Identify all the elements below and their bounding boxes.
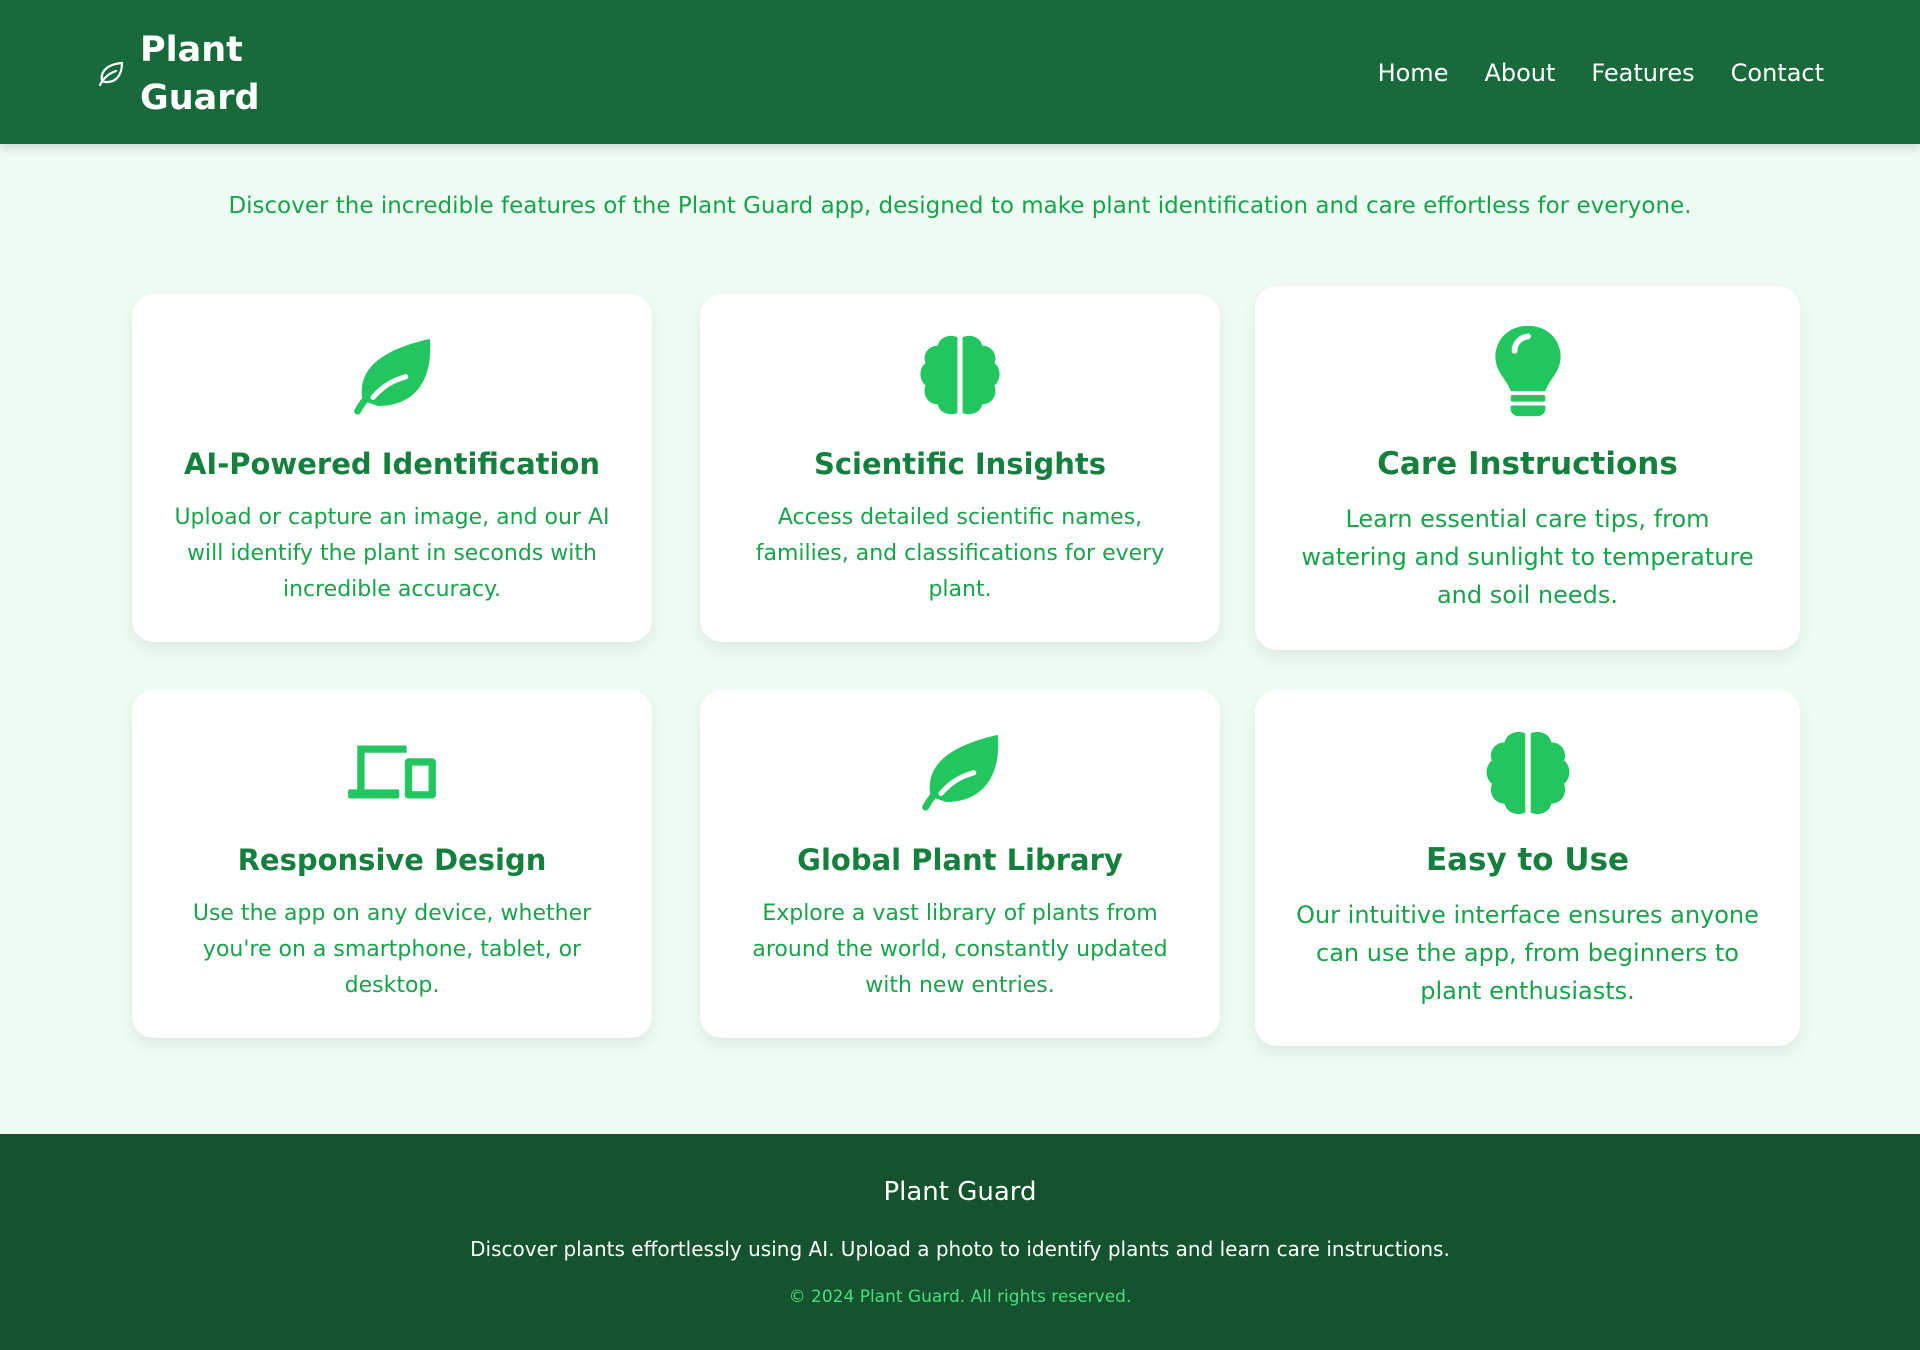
footer-title: Plant Guard — [883, 1177, 1037, 1207]
footer-copyright: © 2024 Plant Guard. All rights reserved. — [788, 1287, 1132, 1307]
feature-title: AI-Powered Identification — [183, 447, 601, 481]
feature-title: Global Plant Library — [797, 843, 1123, 877]
nav-contact[interactable]: Contact — [1731, 55, 1824, 91]
feature-description: Upload or capture an image, and our AI w… — [174, 505, 610, 602]
feature-title: Responsive Design — [237, 843, 547, 877]
feature-title: Care Instructions — [1377, 446, 1678, 482]
feature-description: Our intuitive interface ensures anyone c… — [1296, 901, 1759, 1005]
devices-icon — [348, 745, 436, 799]
footer-description: Discover plants effortlessly using AI. U… — [470, 1237, 1450, 1261]
nav-home[interactable]: Home — [1378, 55, 1449, 91]
leaf-icon — [922, 734, 999, 811]
leaf-icon — [354, 338, 431, 415]
feature-description: Use the app on any device, whether you'r… — [192, 901, 592, 998]
nav-about[interactable]: About — [1484, 55, 1555, 91]
feature-card-care-instructions: Care Instructions Learn essential care t… — [1255, 286, 1800, 650]
nav-features[interactable]: Features — [1591, 55, 1694, 91]
lightbulb-icon — [1494, 325, 1561, 417]
brand-name: Plant Guard — [140, 30, 260, 118]
feature-description: Learn essential care tips, from watering… — [1301, 505, 1754, 609]
site-header: Plant Guard Home About Features Contact — [0, 0, 1920, 144]
main-nav: Home About Features Contact — [1378, 55, 1824, 91]
feature-description: Explore a vast library of plants from ar… — [752, 901, 1168, 998]
brain-icon — [1486, 732, 1569, 814]
feature-description: Access detailed scientific names, famili… — [755, 505, 1165, 602]
site-footer: Plant Guard Discover plants effortlessly… — [0, 1134, 1920, 1350]
feature-title: Scientific Insights — [813, 447, 1107, 481]
feature-card-responsive-design: Responsive Design Use the app on any dev… — [132, 690, 652, 1038]
brain-icon — [920, 335, 1000, 415]
feature-card-plant-library: Global Plant Library Explore a vast libr… — [700, 690, 1220, 1038]
intro-text: Discover the incredible features of the … — [228, 193, 1692, 219]
feature-card-scientific-insights: Scientific Insights Access detailed scie… — [700, 294, 1220, 642]
feature-card-easy-to-use: Easy to Use Our intuitive interface ensu… — [1255, 690, 1800, 1046]
leaf-outline-icon — [98, 61, 124, 87]
feature-title: Easy to Use — [1425, 842, 1630, 878]
brand[interactable]: Plant Guard — [96, 26, 280, 122]
feature-card-ai-identification: AI-Powered Identification Upload or capt… — [132, 294, 652, 642]
